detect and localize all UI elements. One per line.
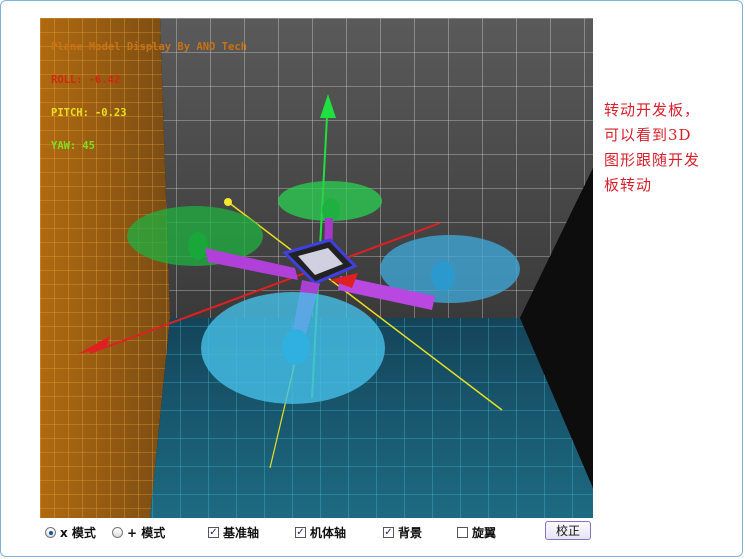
rotor-front-left-hub <box>188 232 208 260</box>
pitch-value: -0.23 <box>94 107 127 119</box>
yellow-axis-tip <box>224 198 232 206</box>
telemetry-hud: Plane Model Display By ANO Tech ROLL: -6.… <box>51 20 247 174</box>
note-line: 可以看到3D <box>604 126 692 144</box>
checkmark-icon[interactable]: ✓ <box>295 527 306 538</box>
rotor-front-hub <box>282 329 310 365</box>
empty-checkbox-icon[interactable] <box>457 527 468 538</box>
radio-selected-icon[interactable] <box>45 527 56 538</box>
radio-unselected-icon[interactable] <box>112 527 123 538</box>
note-line: 转动开发板， <box>604 101 701 119</box>
checkmark-icon[interactable]: ✓ <box>383 527 394 538</box>
note-line: 板转动 <box>604 176 653 194</box>
background-checkbox[interactable]: ✓ 背景 <box>383 524 422 541</box>
plus-mode-radio[interactable]: + 模式 <box>112 524 165 541</box>
pitch-label: PITCH: <box>51 107 89 119</box>
plus-mode-label: + 模式 <box>127 526 166 540</box>
x-mode-radio[interactable]: x 模式 <box>45 524 96 541</box>
3d-viewport[interactable]: Plane Model Display By ANO Tech ROLL: -6.… <box>40 18 593 518</box>
roll-label: ROLL: <box>51 74 83 86</box>
body-axis-checkbox[interactable]: ✓ 机体轴 <box>295 524 346 541</box>
yaw-value: 45 <box>82 140 95 152</box>
calibrate-button[interactable]: 校正 <box>545 521 591 540</box>
instruction-note: 转动开发板， 可以看到3D 图形跟随开发 板转动 <box>604 98 734 198</box>
hud-title: Plane Model Display By ANO Tech <box>51 41 247 53</box>
x-mode-label: x 模式 <box>60 526 96 540</box>
body-axis-label: 机体轴 <box>310 526 347 540</box>
background-label: 背景 <box>398 526 423 540</box>
yaw-label: YAW: <box>51 140 77 152</box>
control-bar: x 模式 + 模式 ✓ 基准轴 ✓ 机体轴 ✓ 背景 旋翼 校正 <box>40 519 593 544</box>
ref-axis-label: 基准轴 <box>223 526 260 540</box>
rotor-right-hub <box>431 261 455 291</box>
checkmark-icon[interactable]: ✓ <box>208 527 219 538</box>
rotor-checkbox[interactable]: 旋翼 <box>457 524 496 541</box>
ref-axis-checkbox[interactable]: ✓ 基准轴 <box>208 524 259 541</box>
note-line: 图形跟随开发 <box>604 151 701 169</box>
rotor-label: 旋翼 <box>472 526 497 540</box>
roll-value: -6.42 <box>88 74 121 86</box>
